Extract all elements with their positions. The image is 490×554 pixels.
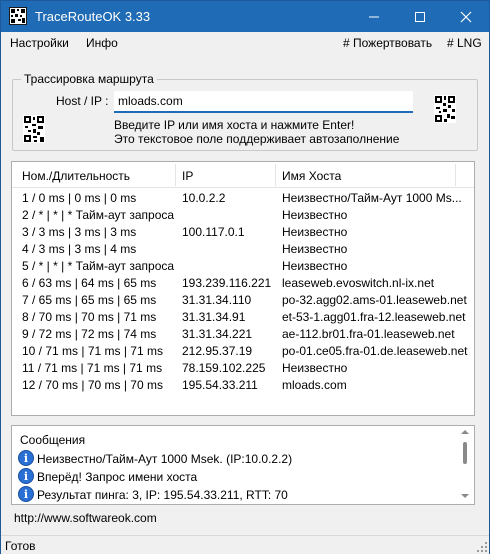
hop-cell: 5 / * | * | * Тайм-аут запроса [22,259,175,273]
status-bar: Готов [1,535,489,554]
ip-cell: 193.239.116.221 [182,276,272,290]
hostname-cell: Неизвестно [282,361,348,375]
messages-title: Сообщения [20,433,86,447]
hostname-cell: leaseweb.evoswitch.nl-ix.net [282,276,435,290]
hop-cell: 6 / 63 ms | 64 ms | 65 ms [22,276,157,290]
hop-cell: 11 / 71 ms | 71 ms | 71 ms [22,361,163,375]
app-icon [9,7,27,25]
hop-cell: 10 / 71 ms | 71 ms | 71 ms [22,344,163,358]
host-input[interactable] [114,91,413,113]
message-item: i Вперёд! Запрос имени хоста [18,468,458,486]
scroll-down-arrow-icon[interactable] [461,494,469,498]
menu-settings[interactable]: Настройки [10,36,69,50]
message-text: Вперёд! Запрос имени хоста [37,470,198,484]
messages-panel[interactable]: Сообщения i Неизвестно/Тайм-Аут 1000 Mse… [11,425,475,505]
ip-cell: 31.31.34.110 [182,293,252,307]
hop-cell: 4 / 3 ms | 3 ms | 4 ms [22,242,137,256]
message-text: Неизвестно/Тайм-Аут 1000 Msek. (IP:10.0.… [37,452,293,466]
table-row[interactable]: 7 / 65 ms | 65 ms | 65 ms 31.31.34.110 po-… [12,292,474,309]
hostname-cell: po-32.agg02.ams-01.leaseweb.net [282,293,467,307]
column-header-ip[interactable]: IP [182,169,193,183]
info-icon: i [18,450,34,466]
close-icon [460,11,472,22]
scroll-thumb[interactable] [463,442,467,464]
table-row[interactable]: 11 / 71 ms | 71 ms | 71 ms 78.159.102.225… [12,360,474,377]
ip-cell: 31.31.34.221 [182,327,253,341]
message-text: Результат пинга: 3, IP: 195.54.33.211, R… [37,488,288,502]
maximize-button[interactable] [397,1,443,32]
hop-cell: 12 / 70 ms | 70 ms | 70 ms [22,378,163,392]
maximize-icon [415,11,425,22]
table-row[interactable]: 8 / 70 ms | 70 ms | 71 ms 31.31.34.91 et-5… [12,309,474,326]
hop-cell: 3 / 3 ms | 3 ms | 3 ms [22,225,137,239]
hostname-cell: ae-112.br01.fra-01.leaseweb.net [282,327,455,341]
ip-cell: 31.31.34.91 [182,310,246,324]
info-icon: i [18,468,34,484]
hostname-cell: Неизвестно/Тайм-Аут 1000 Ms... [282,191,462,205]
hop-cell: 2 / * | * | * Тайм-аут запроса [22,208,175,222]
window-title: TraceRouteOK 3.33 [35,9,151,24]
menu-donate[interactable]: # Пожертвовать [343,36,432,50]
list-header: Ном./Длительность IP Имя Хоста [12,162,474,188]
title-bar[interactable]: TraceRouteOK 3.33 [1,1,489,32]
column-header-hop[interactable]: Ном./Длительность [22,169,130,183]
table-row[interactable]: 1 / 0 ms | 0 ms | 0 ms 10.0.2.2 Неизвестно… [12,190,474,207]
ip-cell: 195.54.33.211 [182,378,258,392]
column-divider[interactable] [275,164,276,186]
messages-scrollbar[interactable] [457,426,474,504]
host-label: Host / IP : [56,94,109,108]
table-row[interactable]: 12 / 70 ms | 70 ms | 70 ms 195.54.33.211 m… [12,377,474,394]
table-row[interactable]: 4 / 3 ms | 3 ms | 4 ms Неизвестно [12,241,474,258]
table-row[interactable]: 10 / 71 ms | 71 ms | 71 ms 212.95.37.19 po… [12,343,474,360]
table-row[interactable]: 5 / * | * | * Тайм-аут запроса Неизвестно [12,258,474,275]
hostname-cell: et-53-1.agg01.fra-12.leaseweb.net [282,310,466,324]
ip-cell: 212.95.37.19 [182,344,253,358]
menu-info[interactable]: Инфо [86,36,118,50]
column-divider[interactable] [175,164,176,186]
table-row[interactable]: 3 / 3 ms | 3 ms | 3 ms 100.117.0.1 Неизвес… [12,224,474,241]
hop-cell: 7 / 65 ms | 65 ms | 65 ms [22,293,157,307]
hint-line-2: Это текстовое поле поддерживает автозапо… [114,132,400,146]
message-item: i Результат пинга: 3, IP: 195.54.33.211,… [18,486,458,504]
app-window: TraceRouteOK 3.33 Настройки Инфо # Пожер… [0,0,490,554]
hostname-cell: mloads.com [282,378,347,392]
trace-group-title: Трассировка маршрута [21,72,157,86]
status-text: Готов [5,539,36,553]
hostname-cell: Неизвестно [282,225,348,239]
hostname-cell: po-01.ce05.fra-01.de.leaseweb.net [282,344,468,358]
close-button[interactable] [443,1,489,32]
website-link[interactable]: http://www.softwareok.com [14,511,157,525]
qr-code-icon[interactable] [23,115,45,143]
hop-cell: 8 / 70 ms | 70 ms | 71 ms [22,310,157,324]
hostname-cell: Неизвестно [282,242,348,256]
resize-grip-icon[interactable] [477,542,487,552]
minimize-icon [369,16,379,17]
hostname-cell: Неизвестно [282,259,348,273]
ip-cell: 100.117.0.1 [182,225,245,239]
minimize-button[interactable] [351,1,397,32]
hop-cell: 1 / 0 ms | 0 ms | 0 ms [22,191,137,205]
ip-cell: 10.0.2.2 [182,191,226,205]
hop-cell: 9 / 72 ms | 72 ms | 74 ms [22,327,157,341]
message-item: i Неизвестно/Тайм-Аут 1000 Msek. (IP:10.… [18,450,458,468]
scroll-up-arrow-icon[interactable] [461,430,469,434]
hint-line-1: Введите IP или имя хоста и нажмите Enter… [114,118,355,132]
hostname-cell: Неизвестно [282,208,348,222]
menu-bar: Настройки Инфо # Пожертвовать # LNG [1,32,489,54]
ip-cell: 78.159.102.225 [182,361,266,375]
menu-language[interactable]: # LNG [447,36,482,50]
qr-code-icon-right[interactable] [434,95,456,123]
column-header-hostname[interactable]: Имя Хоста [282,169,341,183]
table-row[interactable]: 9 / 72 ms | 72 ms | 74 ms 31.31.34.221 ae-… [12,326,474,343]
table-row[interactable]: 6 / 63 ms | 64 ms | 65 ms 193.239.116.221… [12,275,474,292]
info-icon: i [18,486,34,502]
table-row[interactable]: 2 / * | * | * Тайм-аут запроса Неизвестно [12,207,474,224]
column-divider[interactable] [455,164,456,186]
trace-results-list[interactable]: Ном./Длительность IP Имя Хоста 1 / 0 ms … [11,161,475,416]
